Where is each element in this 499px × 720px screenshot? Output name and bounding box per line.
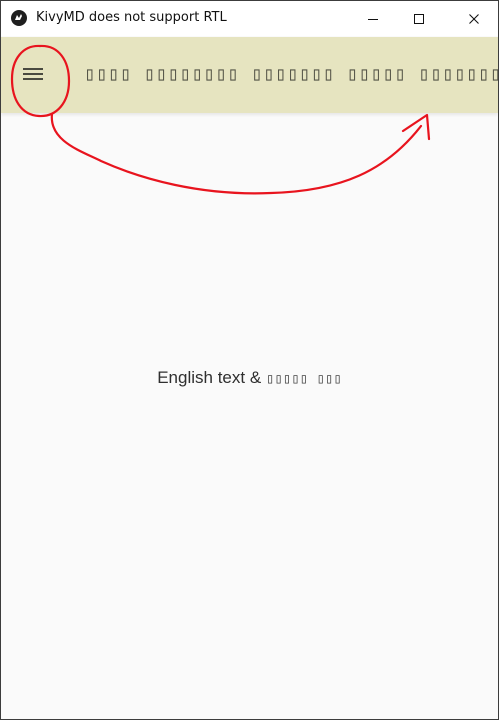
close-icon: [469, 13, 479, 24]
annotation-arrowhead: [401, 113, 431, 141]
app-window: KivyMD does not support RTL ▯▯▯▯ ▯▯▯▯▯▯▯…: [0, 0, 499, 720]
app-toolbar: ▯▯▯▯ ▯▯▯▯▯▯▯▯ ▯▯▯▯▯▯▯ ▯▯▯▯▯ ▯▯▯▯▯▯▯: [1, 37, 498, 113]
annotation-arrow: [50, 112, 423, 195]
navigation-menu-button[interactable]: [21, 62, 45, 86]
toolbar-title: ▯▯▯▯ ▯▯▯▯▯▯▯▯ ▯▯▯▯▯▯▯ ▯▯▯▯▯ ▯▯▯▯▯▯▯: [84, 63, 499, 85]
window-titlebar[interactable]: KivyMD does not support RTL: [1, 1, 498, 36]
maximize-icon: [414, 13, 424, 24]
minimize-icon: [368, 18, 378, 20]
hamburger-menu-icon: [23, 68, 43, 80]
minimize-button[interactable]: [350, 1, 396, 36]
english-text: English text &: [157, 368, 262, 387]
close-button[interactable]: [451, 1, 497, 36]
content-label: English text & ▯▯▯▯▯ ▯▯▯: [1, 368, 498, 388]
window-title: KivyMD does not support RTL: [36, 10, 227, 25]
kivy-app-icon: [11, 10, 27, 26]
arabic-text: ▯▯▯▯▯ ▯▯▯: [265, 371, 342, 387]
maximize-button[interactable]: [396, 1, 442, 36]
